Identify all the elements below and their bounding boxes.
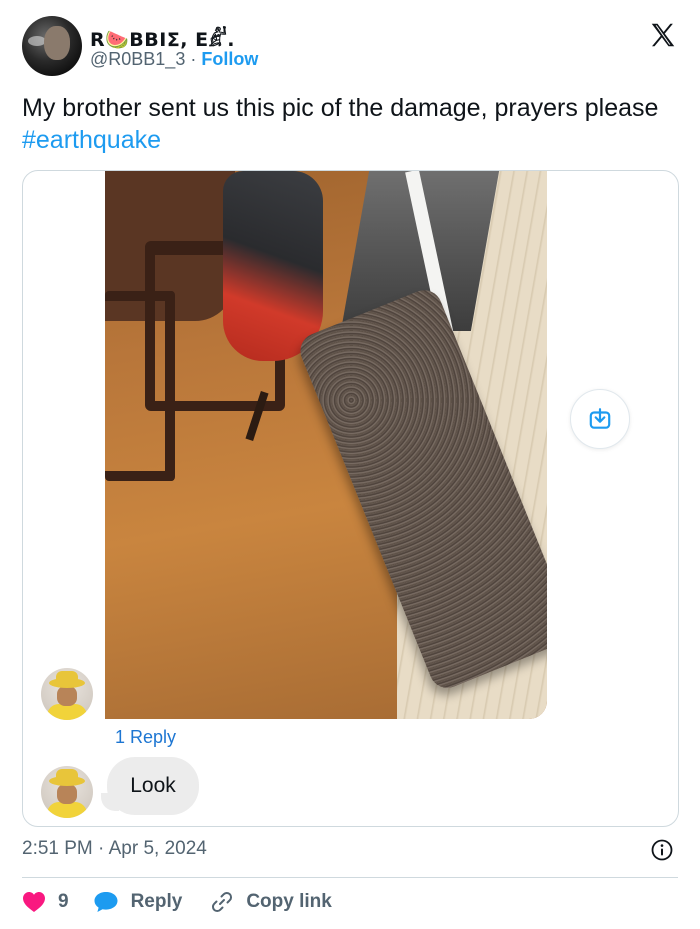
damage-photo[interactable] xyxy=(105,171,547,719)
copy-link-button[interactable]: Copy link xyxy=(210,890,332,914)
meta-separator: · xyxy=(98,838,105,859)
avatar-face xyxy=(44,26,70,60)
reply-count-link[interactable]: 1 Reply xyxy=(115,727,176,748)
likes-count: 9 xyxy=(58,891,69,912)
tweet-timestamp[interactable]: 2:51 PM · Apr 5, 2024 xyxy=(22,838,207,860)
hashtag-link[interactable]: #earthquake xyxy=(22,126,161,154)
media-card[interactable]: 1 Reply Look xyxy=(22,170,679,827)
message-bubble: Look xyxy=(107,757,199,815)
action-bar: 9 Reply Copy link xyxy=(22,886,332,918)
tweet-time: 2:51 PM xyxy=(22,838,93,859)
message-text: Look xyxy=(130,774,176,797)
link-icon xyxy=(212,891,233,913)
handle-separator: · xyxy=(190,49,197,69)
reply-label: Reply xyxy=(130,891,183,912)
like-button[interactable]: 9 xyxy=(22,891,69,913)
speech-bubble-icon xyxy=(94,892,118,912)
download-icon xyxy=(589,408,611,429)
save-media-button[interactable] xyxy=(570,389,630,449)
divider xyxy=(22,877,678,878)
author-avatar[interactable] xyxy=(22,16,82,76)
x-logo-icon[interactable] xyxy=(648,20,678,50)
follow-button[interactable]: Follow xyxy=(201,49,258,69)
tweet-header: R🍉BBIΣ, E𓀊. @R0BB1_3 · Follow xyxy=(22,16,682,78)
sender-avatar xyxy=(41,668,93,720)
sender-avatar-2 xyxy=(41,766,93,818)
tweet-date: Apr 5, 2024 xyxy=(108,838,207,859)
tweet-body: My brother sent us this pic of the damag… xyxy=(22,94,659,122)
author-handle-line: @R0BB1_3 · Follow xyxy=(90,49,258,70)
author-handle[interactable]: @R0BB1_3 xyxy=(90,49,185,69)
photo-jacket xyxy=(223,171,323,361)
copy-link-label: Copy link xyxy=(246,891,332,912)
reply-button[interactable]: Reply xyxy=(93,890,183,914)
info-icon[interactable] xyxy=(650,838,674,862)
heart-icon xyxy=(23,892,45,912)
tweet-text: My brother sent us this pic of the damag… xyxy=(22,92,682,156)
